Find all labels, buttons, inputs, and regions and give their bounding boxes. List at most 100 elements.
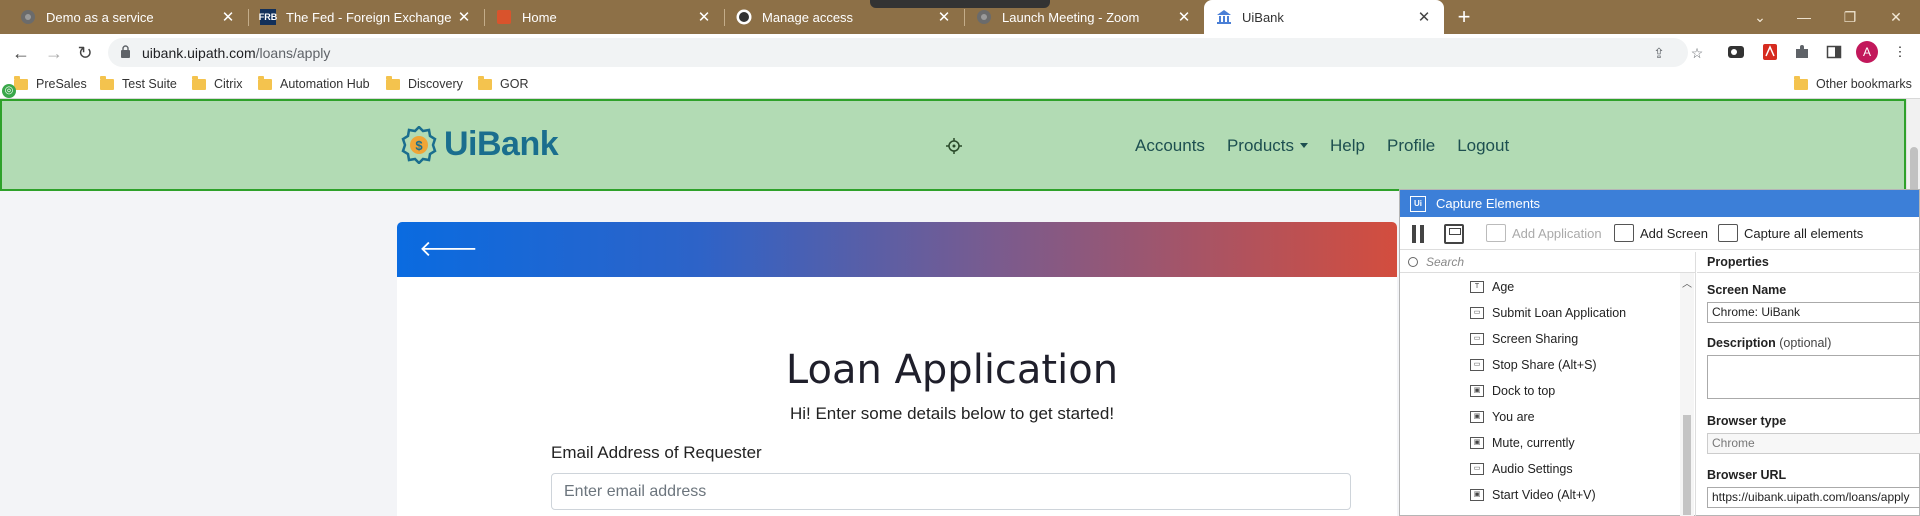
folder-icon: [14, 75, 28, 90]
tree-item-start-video[interactable]: ▣ Start Video (Alt+V): [1470, 484, 1596, 505]
image-icon: ▣: [1470, 436, 1484, 449]
side-panel-icon[interactable]: [1824, 42, 1844, 62]
close-icon[interactable]: ✕: [1416, 8, 1432, 26]
tree-item-dock-to-top[interactable]: ▣ Dock to top: [1470, 380, 1555, 401]
close-icon[interactable]: ✕: [220, 8, 236, 26]
close-icon[interactable]: ✕: [1176, 8, 1192, 26]
add-application-button[interactable]: Add Application: [1486, 224, 1602, 242]
uipath-logo-icon: Ui: [1410, 195, 1426, 212]
button-icon: ▭: [1470, 306, 1484, 319]
new-tab-plus-icon[interactable]: +: [1451, 4, 1477, 30]
folder-icon: [100, 75, 114, 90]
image-icon: ▣: [1470, 384, 1484, 397]
tree-item-screen-sharing[interactable]: ▭ Screen Sharing: [1470, 328, 1578, 349]
forward-arrow-icon[interactable]: →: [43, 42, 65, 64]
nav-help[interactable]: Help: [1330, 136, 1365, 156]
caret-down-icon: [1300, 143, 1309, 148]
uibank-logo[interactable]: $ UiBank: [400, 125, 559, 164]
share-icon[interactable]: ⇪: [1650, 44, 1668, 62]
loan-form-card: Loan Application Hi! Enter some details …: [397, 277, 1397, 516]
pause-icon[interactable]: [1412, 225, 1426, 243]
capture-all-elements-button[interactable]: Capture all elements: [1718, 224, 1863, 242]
nav-products[interactable]: Products: [1227, 136, 1309, 156]
kebab-menu-icon[interactable]: ⋮: [1890, 42, 1910, 62]
bookmark-automation-hub[interactable]: Automation Hub: [258, 75, 370, 91]
browser-url-label: Browser URL: [1707, 468, 1787, 482]
address-bar[interactable]: uibank.uipath.com/loans/apply ⇪ ☆: [108, 38, 1703, 67]
tab-uibank[interactable]: UiBank ✕: [1204, 0, 1444, 34]
tree-item-age[interactable]: T Age: [1470, 276, 1514, 297]
tab-title: Launch Meeting - Zoom: [1002, 9, 1140, 25]
bookmark-test-suite[interactable]: Test Suite: [100, 75, 177, 91]
screen-name-label: Screen Name: [1707, 283, 1787, 297]
add-application-icon: [1486, 224, 1506, 242]
tab-fed-exchange-rate[interactable]: FRB The Fed - Foreign Exchange Rate ✕: [248, 0, 484, 34]
email-input[interactable]: [551, 473, 1351, 510]
tab-demo-as-a-service[interactable]: Demo as a service ✕: [8, 0, 248, 34]
browser-url-input[interactable]: https://uibank.uipath.com/loans/apply: [1707, 487, 1920, 508]
bookmark-citrix[interactable]: Citrix: [192, 75, 242, 91]
crosshair-icon: [946, 138, 962, 154]
folder-icon: [478, 75, 492, 90]
button-icon: ▭: [1470, 358, 1484, 371]
capture-title-bar[interactable]: Ui Capture Elements: [1400, 190, 1919, 217]
reload-icon[interactable]: ↻: [74, 42, 96, 64]
description-label: Description (optional): [1707, 336, 1832, 350]
save-icon[interactable]: [1444, 224, 1464, 244]
other-bookmarks[interactable]: Other bookmarks: [1794, 75, 1912, 91]
globe-icon: [20, 9, 36, 25]
github-icon: [736, 9, 752, 25]
tree-item-stop-share[interactable]: ▭ Stop Share (Alt+S): [1470, 354, 1597, 375]
browser-type-select[interactable]: Chrome: [1707, 433, 1920, 454]
lock-icon: [121, 45, 130, 58]
tab-title: UiBank: [1242, 9, 1284, 25]
tab-launch-meeting-zoom[interactable]: Launch Meeting - Zoom ✕: [964, 0, 1204, 34]
back-arrow-icon[interactable]: 🡐: [419, 236, 478, 262]
extension-icon[interactable]: [1726, 42, 1746, 62]
tree-item-you-are[interactable]: ▣ You are: [1470, 406, 1535, 427]
element-tree-pane: Search T Age ▭ Submit Loan Application ▭ Sc…: [1400, 252, 1696, 516]
tab-manage-access[interactable]: Manage access ✕: [724, 0, 964, 34]
profile-avatar[interactable]: A: [1856, 41, 1878, 63]
svg-text:$: $: [415, 138, 423, 153]
puzzle-icon[interactable]: [1792, 42, 1812, 62]
office-icon: [496, 9, 512, 25]
tree-search[interactable]: Search: [1400, 252, 1695, 273]
back-arrow-icon[interactable]: ←: [10, 42, 32, 64]
nav-profile[interactable]: Profile: [1387, 136, 1435, 156]
window-close-icon[interactable]: ✕: [1876, 0, 1916, 34]
tree-scroll-thumb[interactable]: [1683, 415, 1691, 515]
bookmark-discovery[interactable]: Discovery: [386, 75, 463, 91]
tab-home[interactable]: Home ✕: [484, 0, 724, 34]
bookmarks-bar: PreSales Test Suite Citrix Automation Hu…: [0, 71, 1920, 99]
bank-icon: [1216, 9, 1232, 25]
chevron-up-icon[interactable]: ︿: [1682, 275, 1692, 290]
search-icon: [1408, 257, 1418, 267]
add-screen-button[interactable]: Add Screen: [1614, 224, 1708, 242]
pdf-extension-icon[interactable]: [1760, 42, 1780, 62]
tree-item-audio-settings[interactable]: ▭ Audio Settings: [1470, 458, 1573, 479]
tab-strip: Demo as a service ✕ FRB The Fed - Foreig…: [0, 0, 1920, 34]
capture-elements-window: Ui Capture Elements Add Application Add …: [1399, 189, 1920, 516]
tab-search-chevron-icon[interactable]: ⌄: [1740, 0, 1780, 34]
description-input[interactable]: [1707, 355, 1920, 399]
tree-item-submit-loan[interactable]: ▭ Submit Loan Application: [1470, 302, 1626, 323]
add-screen-icon: [1614, 224, 1634, 242]
nav-accounts[interactable]: Accounts: [1135, 136, 1205, 156]
bookmark-gor[interactable]: GOR: [478, 75, 528, 91]
close-icon[interactable]: ✕: [936, 8, 952, 26]
site-header: ◎ $ UiBank Accounts Products Help Profil…: [0, 84, 1906, 191]
nav-logout[interactable]: Logout: [1457, 136, 1509, 156]
star-icon[interactable]: ☆: [1688, 44, 1706, 62]
tree-scrollbar[interactable]: ︿: [1680, 273, 1694, 516]
tree-item-mute[interactable]: ▣ Mute, currently: [1470, 432, 1575, 453]
close-icon[interactable]: ✕: [456, 8, 472, 26]
bookmark-presales[interactable]: PreSales: [14, 75, 87, 91]
restore-icon[interactable]: ❐: [1830, 0, 1870, 34]
button-icon: ▭: [1470, 462, 1484, 475]
globe-icon: [976, 9, 992, 25]
screen-name-input[interactable]: Chrome: UiBank: [1707, 302, 1920, 323]
page-subtitle: Hi! Enter some details below to get star…: [789, 404, 1115, 423]
close-icon[interactable]: ✕: [696, 8, 712, 26]
minimize-icon[interactable]: —: [1784, 0, 1824, 34]
